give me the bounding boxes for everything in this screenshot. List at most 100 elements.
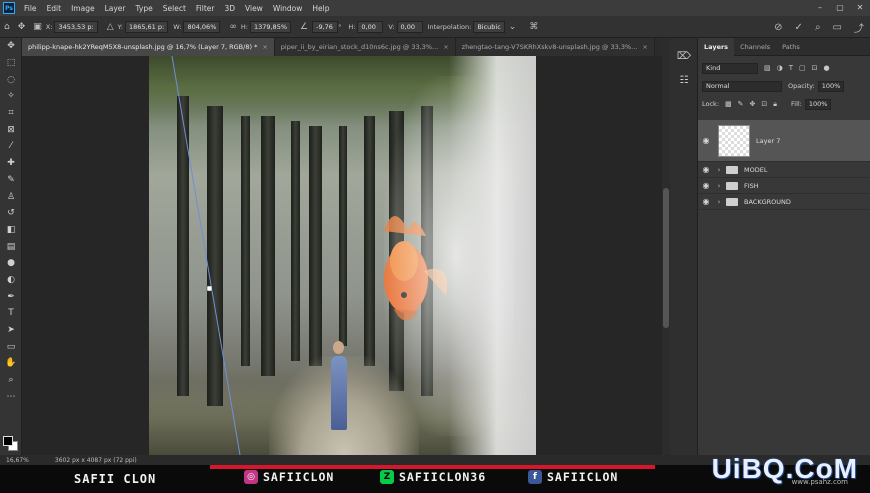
tab-layers[interactable]: Layers	[698, 37, 735, 56]
tree-trunk	[241, 116, 250, 366]
scrollbar-thumb[interactable]	[663, 188, 669, 328]
menu-type[interactable]: Type	[131, 4, 158, 13]
fog-edge	[449, 56, 536, 455]
brush-tool-icon[interactable]: ✎	[0, 172, 22, 189]
chevron-right-icon[interactable]: ›	[714, 166, 724, 174]
canvas-area[interactable]	[22, 56, 662, 455]
type-filter-icon[interactable]: T	[789, 64, 793, 72]
visibility-eye-icon[interactable]: ◉	[698, 197, 714, 206]
vertical-scrollbar[interactable]	[662, 38, 670, 455]
link-icon[interactable]: ∞	[229, 22, 237, 32]
x-field[interactable]: 3453,53 p:	[54, 20, 98, 33]
lock-pixels-icon[interactable]: ▩	[725, 100, 732, 108]
eraser-tool-icon[interactable]: ◧	[0, 222, 22, 239]
vskew-field[interactable]: 0,00	[396, 20, 423, 33]
warp-icon[interactable]: ⌘	[529, 22, 538, 32]
eyedropper-tool-icon[interactable]: ⁄	[0, 138, 22, 155]
marquee-tool-icon[interactable]: ⬚	[0, 55, 22, 72]
clone-stamp-tool-icon[interactable]: ♙	[0, 188, 22, 205]
foreground-color-swatch[interactable]	[3, 436, 13, 446]
chevron-right-icon[interactable]: ›	[714, 182, 724, 190]
frame-tool-icon[interactable]: ⊠	[0, 121, 22, 138]
visibility-eye-icon[interactable]: ◉	[698, 165, 714, 174]
shape-filter-icon[interactable]: ▢	[799, 64, 806, 72]
close-button[interactable]: ✕	[850, 0, 870, 16]
menu-image[interactable]: Image	[66, 4, 100, 13]
visibility-eye-icon[interactable]: ◉	[698, 136, 714, 145]
reference-point-icon[interactable]: ▣	[33, 22, 42, 32]
lock-paint-icon[interactable]: ✎	[738, 100, 744, 108]
menu-help[interactable]: Help	[307, 4, 334, 13]
tab-paths[interactable]: Paths	[776, 38, 806, 56]
menu-file[interactable]: File	[19, 4, 42, 13]
blend-mode-select[interactable]: Normal	[702, 80, 782, 92]
zoom-tool-icon[interactable]: ⌕	[0, 372, 22, 389]
dodge-tool-icon[interactable]: ◐	[0, 272, 22, 289]
tab-document-2[interactable]: piper_ii_by_eirian_stock_d10ns6c.jpg @ 3…	[274, 38, 456, 56]
workspace-icon[interactable]: ▭	[833, 22, 842, 33]
history-panel-icon[interactable]: ⌦	[670, 44, 698, 68]
document-image[interactable]	[149, 56, 536, 455]
tab-close-icon[interactable]: ×	[642, 43, 647, 51]
delta-icon[interactable]: △	[107, 22, 114, 32]
lasso-tool-icon[interactable]: ◌	[0, 71, 22, 88]
cancel-transform-icon[interactable]: ⊘	[774, 22, 782, 33]
rectangle-tool-icon[interactable]: ▭	[0, 338, 22, 355]
kind-filter-select[interactable]: Kind	[702, 62, 758, 74]
opacity-field[interactable]: 100%	[817, 80, 844, 92]
menu-layer[interactable]: Layer	[100, 4, 131, 13]
path-selection-tool-icon[interactable]: ➤	[0, 322, 22, 339]
commit-transform-icon[interactable]: ✓	[795, 22, 803, 33]
angle-field[interactable]: -9,76	[312, 20, 339, 33]
properties-panel-icon[interactable]: ☷	[670, 68, 698, 92]
search-icon[interactable]: ⌕	[815, 22, 821, 33]
gradient-tool-icon[interactable]: ▤	[0, 238, 22, 255]
history-brush-tool-icon[interactable]: ↺	[0, 205, 22, 222]
filter-toggle-icon[interactable]: ●	[824, 64, 830, 72]
home-icon[interactable]: ⌂	[4, 22, 10, 32]
menu-filter[interactable]: Filter	[191, 4, 220, 13]
interpolation-select[interactable]: Bicubic	[473, 20, 505, 33]
move-tool-icon[interactable]: ✥	[0, 38, 22, 55]
layer-row-background[interactable]: ◉ › BACKGROUND	[698, 194, 870, 210]
layer-row-fish[interactable]: ◉ › FISH	[698, 178, 870, 194]
minimize-button[interactable]: –	[810, 0, 830, 16]
pen-tool-icon[interactable]: ✒	[0, 288, 22, 305]
w-field[interactable]: 804,06%	[183, 20, 221, 33]
lock-artboard-icon[interactable]: ⊡	[761, 100, 767, 108]
hand-tool-icon[interactable]: ✋	[0, 355, 22, 372]
zoom-level[interactable]: 16,67%	[6, 457, 29, 464]
y-field[interactable]: 1865,61 p:	[124, 20, 169, 33]
magic-wand-tool-icon[interactable]: ✧	[0, 88, 22, 105]
more-tools-icon[interactable]: ⋯	[0, 388, 22, 405]
menu-view[interactable]: View	[240, 4, 268, 13]
adjustment-filter-icon[interactable]: ◑	[777, 64, 783, 72]
blur-tool-icon[interactable]: ●	[0, 255, 22, 272]
h-field[interactable]: 1379,85%	[249, 20, 292, 33]
tab-close-icon[interactable]: ×	[262, 43, 267, 51]
tab-close-icon[interactable]: ×	[443, 43, 448, 51]
menu-3d[interactable]: 3D	[219, 4, 240, 13]
tab-document-1[interactable]: philipp-knape-hk2YReqM5X8-unsplash.jpg @…	[22, 38, 275, 56]
hskew-field[interactable]: 0,00	[357, 20, 384, 33]
maximize-button[interactable]: ▢	[830, 0, 850, 16]
layer-row-model[interactable]: ◉ › MODEL	[698, 162, 870, 178]
pixel-filter-icon[interactable]: ▨	[764, 64, 771, 72]
menu-window[interactable]: Window	[268, 4, 308, 13]
crop-tool-icon[interactable]: ⌗	[0, 105, 22, 122]
healing-brush-tool-icon[interactable]: ✚	[0, 155, 22, 172]
menu-select[interactable]: Select	[158, 4, 191, 13]
tab-channels[interactable]: Channels	[734, 38, 776, 56]
layer-row-layer-7[interactable]: ◉ Layer 7	[698, 120, 870, 162]
chevron-right-icon[interactable]: ›	[714, 198, 724, 206]
fill-field[interactable]: 100%	[804, 98, 831, 110]
lock-position-icon[interactable]: ✥	[750, 100, 756, 108]
smart-object-filter-icon[interactable]: ⊡	[812, 64, 818, 72]
lock-all-icon[interactable]: 🔒︎	[773, 100, 777, 109]
move-tool-preset-icon[interactable]: ✥	[18, 22, 26, 32]
tab-document-3[interactable]: zhengtao-tang-V7SKRhXskv8-unsplash.jpg @…	[455, 38, 655, 56]
visibility-eye-icon[interactable]: ◉	[698, 181, 714, 190]
menu-edit[interactable]: Edit	[42, 4, 67, 13]
type-tool-icon[interactable]: T	[0, 305, 22, 322]
share-icon[interactable]: ⤴	[854, 20, 864, 35]
